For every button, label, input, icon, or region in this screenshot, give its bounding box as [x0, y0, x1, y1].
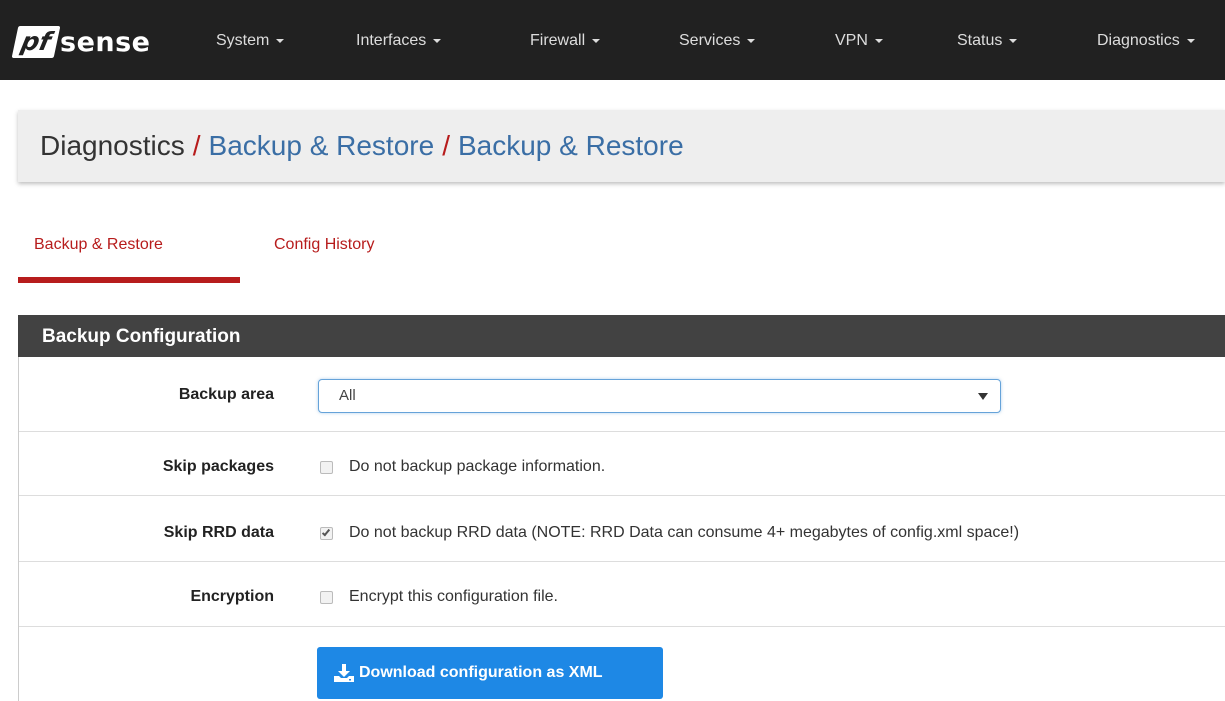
backup-area-select[interactable]: All: [318, 379, 1001, 413]
caret-down-icon: [1186, 38, 1195, 43]
form-row-encryption: Encryption Encrypt this configuration fi…: [19, 562, 1225, 627]
download-xml-button[interactable]: Download configuration as XML: [317, 647, 663, 699]
nav-menu-label: Interfaces: [356, 32, 427, 49]
nav-menu-services[interactable]: Services: [679, 32, 756, 50]
skip-packages-label: Skip packages: [162, 458, 274, 475]
backup-area-label: Backup area: [178, 386, 274, 403]
download-icon: [334, 664, 354, 682]
encryption-label: Encryption: [190, 588, 274, 605]
nav-menu-label: Diagnostics: [1097, 32, 1180, 49]
nav-menu-label: Status: [957, 32, 1003, 49]
caret-down-icon: [874, 38, 883, 43]
encryption-checkbox[interactable]: [320, 591, 333, 604]
caret-down-icon: [276, 38, 285, 43]
nav-menu-diagnostics[interactable]: Diagnostics: [1097, 32, 1195, 50]
breadcrumb-root: Diagnostics: [40, 130, 185, 161]
checkmark-icon: [321, 527, 331, 537]
panel-heading: Backup Configuration: [18, 315, 1225, 357]
nav-menu-vpn[interactable]: VPN: [835, 32, 883, 50]
pfsense-logo[interactable]: pf sense: [11, 24, 151, 60]
nav-menu-label: Firewall: [530, 32, 586, 49]
caret-down-icon: [747, 38, 756, 43]
nav-menu-label: System: [216, 32, 270, 49]
nav-menu-interfaces[interactable]: Interfaces: [356, 32, 442, 50]
nav-menu-status[interactable]: Status: [957, 32, 1018, 50]
breadcrumb-current-page[interactable]: Backup & Restore: [458, 130, 684, 161]
backup-configuration-panel: Backup area All Skip packages Do not bac…: [18, 357, 1225, 701]
caret-down-icon: [433, 38, 442, 43]
download-button-label: Download configuration as XML: [359, 664, 603, 681]
backup-area-selected-value: All: [339, 387, 356, 404]
caret-down-icon: [1009, 38, 1018, 43]
encryption-text: Encrypt this configuration file.: [349, 588, 558, 605]
top-navbar: pf sense System Interfaces Firewall Serv…: [0, 0, 1225, 80]
skip-rrd-label: Skip RRD data: [163, 524, 274, 541]
nav-menu-label: VPN: [835, 32, 868, 49]
skip-packages-text: Do not backup package information.: [349, 458, 606, 475]
logo-pf-mark: pf: [11, 26, 61, 58]
skip-rrd-text: Do not backup RRD data (NOTE: RRD Data c…: [349, 524, 1020, 541]
form-row-backup-area: Backup area All: [19, 357, 1225, 432]
form-row-skip-packages: Skip packages Do not backup package info…: [19, 432, 1225, 496]
breadcrumb: Diagnostics / Backup & Restore / Backup & Re…: [18, 110, 1225, 182]
logo-sense-text: sense: [60, 26, 151, 58]
tab-backup-restore[interactable]: Backup & Restore: [34, 236, 163, 254]
tab-bar: Backup & Restore Config History: [18, 228, 518, 288]
breadcrumb-separator: /: [442, 130, 450, 161]
caret-down-icon: [592, 38, 601, 43]
tab-config-history[interactable]: Config History: [274, 236, 374, 254]
active-tab-indicator: [18, 277, 240, 283]
breadcrumb-link-backup-restore[interactable]: Backup & Restore: [209, 130, 435, 161]
skip-packages-checkbox[interactable]: [320, 461, 333, 474]
nav-menu-firewall[interactable]: Firewall: [530, 32, 601, 50]
form-row-skip-rrd: Skip RRD data Do not backup RRD data (NO…: [19, 496, 1225, 562]
dropdown-arrow-icon: [978, 393, 988, 400]
breadcrumb-separator: /: [192, 130, 201, 161]
skip-rrd-checkbox[interactable]: [320, 527, 333, 540]
nav-menu-system[interactable]: System: [216, 32, 285, 50]
nav-menu-label: Services: [679, 32, 741, 49]
